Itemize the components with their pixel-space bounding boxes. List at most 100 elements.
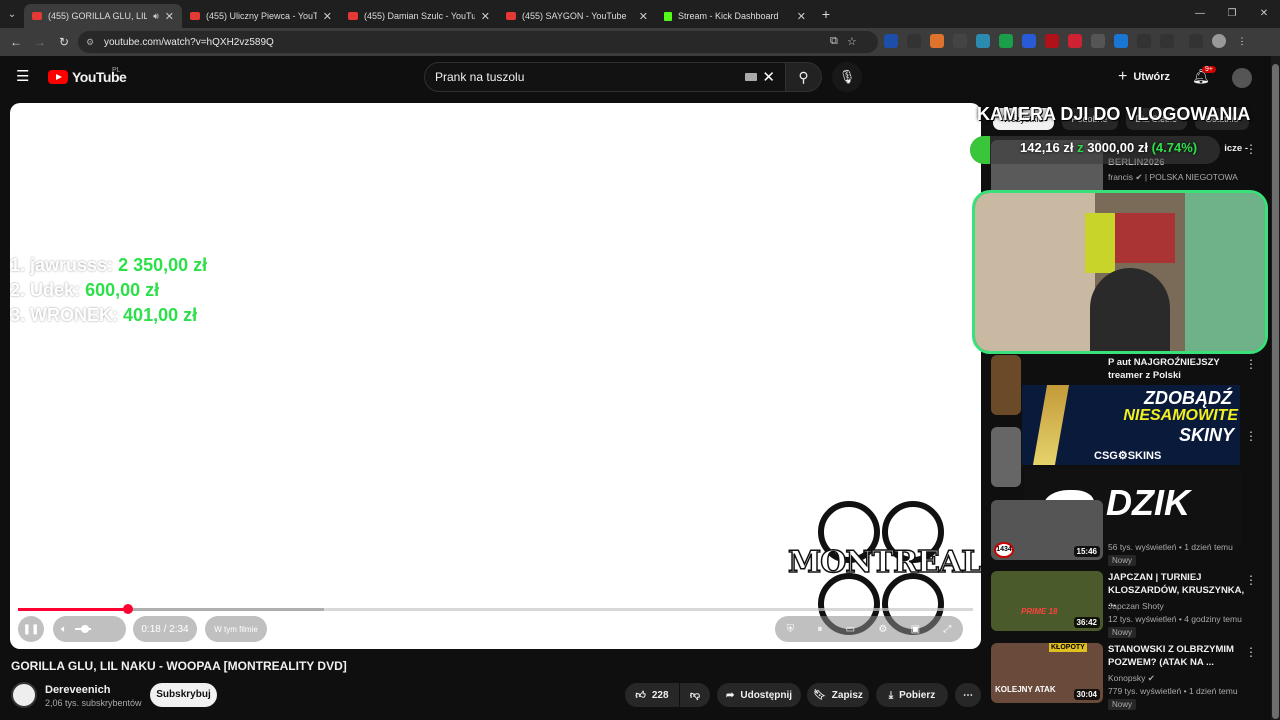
more-vert-icon[interactable]: ⋮	[1245, 645, 1257, 659]
tab-saygon[interactable]: (455) SAYGON - YouTube ✕	[498, 4, 656, 28]
search-input[interactable]: Prank na tuszolu ✕	[424, 62, 786, 92]
webcam-vest-figure	[1085, 213, 1115, 273]
subtitles-icon[interactable]: ▭	[846, 624, 855, 635]
maximize-icon[interactable]: ❐	[1216, 0, 1248, 28]
extensions-puzzle-icon[interactable]	[1160, 34, 1174, 48]
tab-uliczny-piewca[interactable]: (455) Uliczny Piewca - YouTube ✕	[182, 4, 340, 28]
reading-list-icon[interactable]	[1189, 34, 1203, 48]
download-icon: ⤓	[888, 689, 894, 701]
progress-scrubber-handle[interactable]	[123, 604, 134, 614]
extension-icon[interactable]	[976, 34, 990, 48]
close-tab-icon[interactable]: ✕	[481, 10, 490, 23]
more-vert-icon[interactable]: ⋮	[1245, 357, 1257, 371]
extension-icon[interactable]	[953, 34, 967, 48]
address-bar[interactable]: ⚙ youtube.com/watch?v=hQXH2vz589Q	[78, 31, 878, 53]
pause-icon: ❚❚	[22, 623, 40, 635]
youtube-logo[interactable]: YouTube PL	[48, 67, 127, 85]
dislike-button[interactable]: 👎︎	[680, 683, 710, 707]
more-actions-button[interactable]: ⋯	[955, 683, 981, 707]
save-button[interactable]: 🔖︎ Zapisz	[807, 683, 869, 707]
video-thumbnail[interactable]: KŁOPOTY KOLEJNY ATAK 30:04	[991, 643, 1103, 703]
stream-goal-banner: KAMERA DJI DO VLOGOWANIA	[977, 104, 1251, 124]
close-tab-icon[interactable]: ✕	[639, 10, 648, 23]
webcam-kitchen-area	[975, 193, 1095, 351]
profile-avatar-icon[interactable]	[1212, 34, 1226, 48]
extension-icon[interactable]	[907, 34, 921, 48]
chapter-button[interactable]: W tym filmie	[205, 616, 267, 642]
streamer-webcam-overlay	[972, 190, 1268, 354]
extension-icon[interactable]	[1114, 34, 1128, 48]
voice-search-mic-icon[interactable]: 🎙︎	[832, 62, 862, 92]
new-tab-plus-icon[interactable]: +	[814, 6, 838, 22]
fullscreen-icon[interactable]: ⤢	[943, 624, 951, 635]
browser-menu-icon[interactable]: ⋮	[1235, 34, 1249, 48]
more-vert-icon[interactable]: ⋮	[1245, 429, 1257, 443]
webcam-flag	[1115, 213, 1175, 263]
video-thumbnail[interactable]	[991, 355, 1021, 415]
donor-row: 1. jawrusss: 2 350,00 zł	[10, 255, 208, 275]
subscribe-button[interactable]: Subskrybuj	[150, 683, 217, 707]
site-info-icon[interactable]: ⚙	[86, 37, 96, 47]
clear-search-icon[interactable]: ✕	[762, 68, 775, 86]
more-vert-icon[interactable]: ⋮	[1245, 142, 1257, 156]
bookmark-star-icon[interactable]: ☆	[847, 35, 857, 48]
close-tab-icon[interactable]: ✕	[323, 10, 332, 23]
recommended-video[interactable]: 1434 15:46 56 tys. wyświetleń • 1 dzień …	[991, 500, 1271, 566]
sponsor-shield-icon[interactable]: ⛨	[787, 624, 795, 635]
extension-icon[interactable]	[999, 34, 1013, 48]
share-arrow-icon: ➦	[725, 689, 735, 701]
more-horizontal-icon: ⋯	[963, 689, 973, 701]
install-app-icon[interactable]: ⧉	[830, 35, 838, 48]
scrollbar-thumb[interactable]	[1272, 64, 1279, 719]
minimize-icon[interactable]: —	[1184, 0, 1216, 28]
forward-arrow-icon[interactable]: →	[28, 35, 52, 49]
keyboard-icon[interactable]	[745, 73, 757, 81]
video-thumbnail[interactable]: PRIME 18 36:42	[991, 571, 1103, 631]
settings-gear-icon[interactable]: ⚙	[878, 624, 887, 635]
time-display: 0:18 / 2:34	[133, 616, 197, 642]
tab-gorilla-glu[interactable]: (455) GORILLA GLU, LIL NAKU 🔊︎ ✕	[24, 4, 182, 28]
search-icon: ⚲	[798, 69, 809, 85]
reload-icon[interactable]: ↻	[52, 35, 76, 49]
share-button[interactable]: ➦ Udostępnij	[717, 683, 801, 707]
hamburger-menu-icon[interactable]: ☰	[16, 69, 32, 85]
speaker-icon[interactable]: 🔊︎	[153, 11, 159, 22]
like-button[interactable]: 👍︎ 228	[625, 683, 679, 707]
video-player[interactable]: 1. jawrusss: 2 350,00 zł 2. Udek: 600,00…	[10, 103, 981, 649]
extension-icon[interactable]	[1068, 34, 1082, 48]
subscriber-count: 2,06 tys. subskrybentów	[45, 698, 142, 708]
close-window-icon[interactable]: ✕	[1248, 0, 1280, 28]
tab-kick-dashboard[interactable]: Stream - Kick Dashboard ✕	[656, 4, 814, 28]
close-tab-icon[interactable]: ✕	[797, 10, 806, 23]
ublock-icon[interactable]	[1045, 34, 1059, 48]
search-button[interactable]: ⚲	[786, 62, 822, 92]
plus-icon: +	[1118, 68, 1128, 85]
autoplay-toggle-icon[interactable]: ⏸	[817, 624, 822, 635]
video-thumbnail[interactable]: 1434 15:46	[991, 500, 1103, 560]
create-button[interactable]: + Utwórz	[1118, 64, 1170, 90]
more-vert-icon[interactable]: ⋮	[1245, 573, 1257, 587]
miniplayer-icon[interactable]: ▣	[911, 624, 920, 635]
account-avatar[interactable]	[1232, 68, 1252, 88]
back-arrow-icon[interactable]: ←	[4, 35, 28, 49]
tab-search-chevron-icon[interactable]: ⌄	[0, 0, 24, 28]
youtube-favicon-icon	[506, 12, 516, 20]
volume-control[interactable]: 🔈︎	[53, 616, 126, 642]
pause-button[interactable]: ❚❚	[18, 616, 44, 642]
video-thumbnail[interactable]	[991, 427, 1021, 487]
download-button[interactable]: ⤓ Pobierz	[876, 683, 948, 707]
extension-icon[interactable]	[1091, 34, 1105, 48]
recommended-video[interactable]: KŁOPOTY KOLEJNY ATAK 30:04 STANOWSKI Z O…	[991, 643, 1271, 710]
duration-badge: 30:04	[1073, 689, 1100, 700]
extension-icon[interactable]	[930, 34, 944, 48]
extension-icon[interactable]	[1137, 34, 1151, 48]
volume-slider[interactable]	[75, 625, 91, 633]
tab-damian-szulc[interactable]: (455) Damian Szulc - YouTube ✕	[340, 4, 498, 28]
extension-icon[interactable]	[884, 34, 898, 48]
channel-avatar[interactable]	[11, 682, 37, 708]
recommended-video[interactable]: PRIME 18 36:42 JAPCZAN | TURNIEJ KLOSZAR…	[991, 571, 1271, 638]
volume-icon[interactable]: 🔈︎	[61, 624, 67, 635]
close-tab-icon[interactable]: ✕	[165, 10, 174, 23]
extension-icon[interactable]	[1022, 34, 1036, 48]
channel-name[interactable]: Dereveenich	[45, 684, 110, 696]
